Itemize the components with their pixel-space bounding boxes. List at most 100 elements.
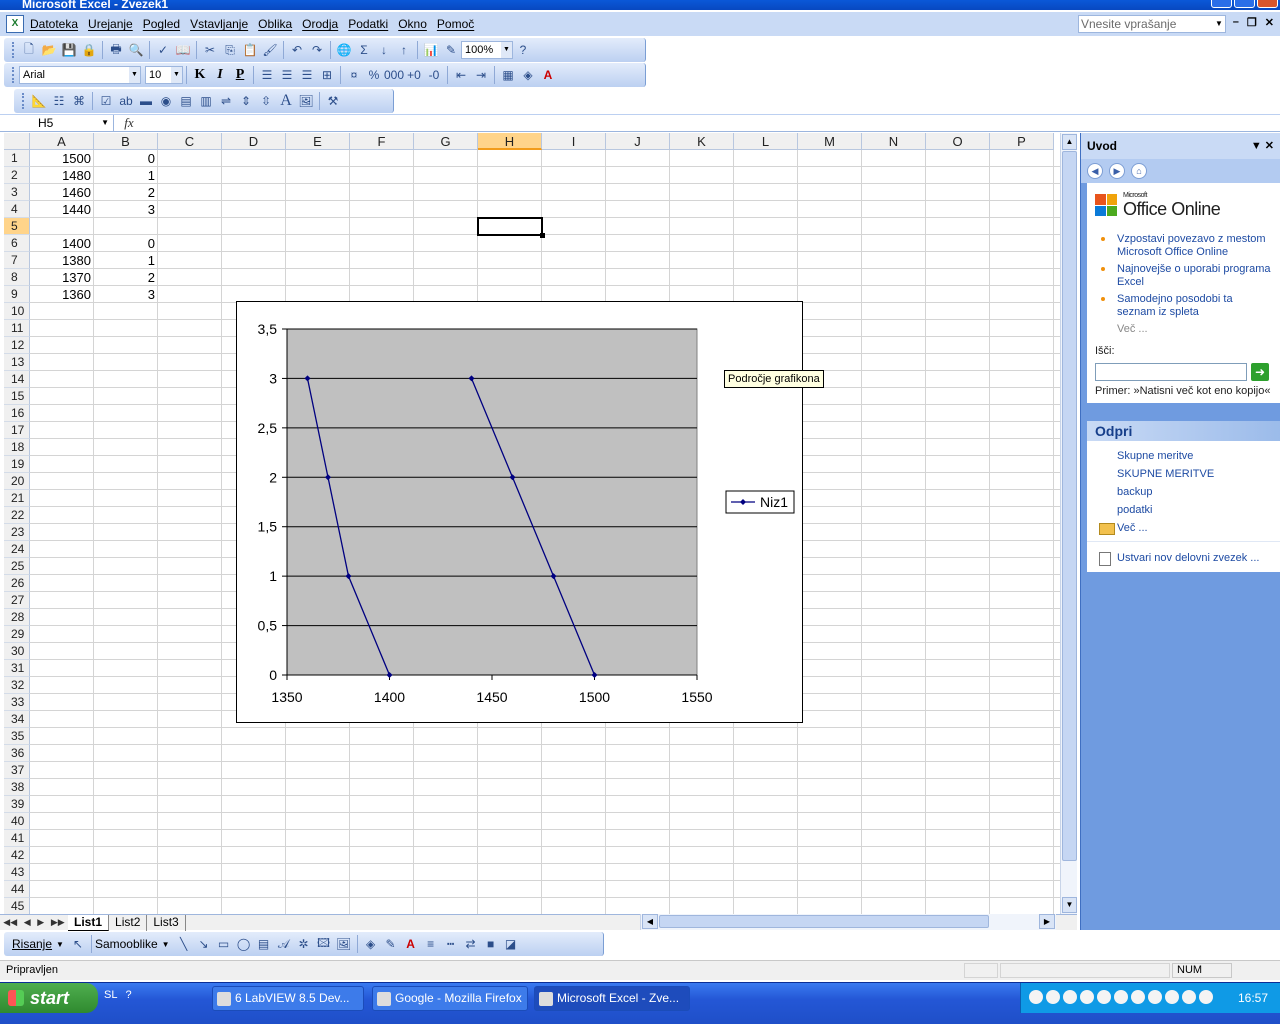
menu-podatki[interactable]: Podatki — [348, 17, 396, 31]
open-icon[interactable]: 📂 — [39, 40, 59, 60]
cell-b8[interactable]: 2 — [94, 269, 158, 286]
bold-button[interactable]: K — [190, 65, 210, 85]
clipart-icon[interactable]: 🖾 — [314, 934, 334, 954]
row-header[interactable]: 21 — [4, 490, 30, 507]
link-connect-office-online[interactable]: Vzpostavi povezavo z mestom Microsoft Of… — [1095, 233, 1273, 259]
row-header[interactable]: 33 — [4, 694, 30, 711]
language-indicator[interactable]: SL — [104, 989, 117, 1001]
active-cell-selection[interactable] — [477, 217, 545, 238]
row-header[interactable]: 11 — [4, 320, 30, 337]
arrow-icon[interactable]: ↘ — [194, 934, 214, 954]
row-header[interactable]: 15 — [4, 388, 30, 405]
recent-file[interactable]: podatki — [1087, 501, 1280, 519]
copy-icon[interactable]: ⎘ — [220, 40, 240, 60]
autoshapes-menu[interactable]: Samooblike — [95, 937, 158, 951]
chart-area[interactable]: 0 0,5 1 1,5 2 2,5 3 3,5 1350 1400 1450 1500 1550 Niz1 — [236, 301, 803, 723]
chevron-down-icon[interactable]: ▼ — [56, 940, 64, 949]
undo-icon[interactable]: ↶ — [287, 40, 307, 60]
row-header[interactable]: 12 — [4, 337, 30, 354]
row-header[interactable]: 8 — [4, 269, 30, 286]
toolbar-grip[interactable] — [12, 42, 15, 58]
column-header-b[interactable]: B — [94, 133, 158, 150]
shadow-icon[interactable]: ■ — [481, 934, 501, 954]
cell-a3[interactable]: 1460 — [30, 184, 94, 201]
row-header[interactable]: 34 — [4, 711, 30, 728]
spelling-icon[interactable]: ✓ — [153, 40, 173, 60]
tray-icon[interactable] — [1029, 990, 1043, 1004]
row-header[interactable]: 40 — [4, 813, 30, 830]
more-controls-icon[interactable]: ⚒ — [323, 91, 343, 111]
back-icon[interactable]: ◀ — [1087, 163, 1103, 179]
office-online-logo[interactable]: Microsoft Office Online — [1095, 189, 1273, 221]
textbox-icon[interactable]: ▤ — [254, 934, 274, 954]
cell-a4[interactable]: 1440 — [30, 201, 94, 218]
ask-question-box[interactable]: Vnesite vprašanje ▼ — [1078, 15, 1226, 33]
font-select[interactable]: Arial ▼ — [19, 66, 141, 84]
chart-wizard-icon[interactable]: 📊 — [421, 40, 441, 60]
command-button-icon[interactable]: ▬ — [136, 91, 156, 111]
option-button-icon[interactable]: ◉ — [156, 91, 176, 111]
font-color-icon[interactable]: A — [401, 934, 421, 954]
scroll-left-icon[interactable]: ◀ — [642, 914, 658, 929]
zoom-select[interactable]: 100% ▼ — [461, 41, 513, 59]
cell-b6[interactable]: 0 — [94, 235, 158, 252]
row-header[interactable]: 29 — [4, 626, 30, 643]
increase-decimal-icon[interactable]: +0 — [404, 65, 424, 85]
combobox-icon[interactable]: ▥ — [196, 91, 216, 111]
oval-icon[interactable]: ◯ — [234, 934, 254, 954]
tab-list2[interactable]: List2 — [109, 914, 148, 931]
fill-color-icon[interactable]: ◈ — [518, 65, 538, 85]
line-icon[interactable]: ╲ — [174, 934, 194, 954]
tray-icon[interactable] — [1182, 990, 1196, 1004]
column-header-g[interactable]: G — [414, 133, 478, 150]
tray-icon[interactable] — [1165, 990, 1179, 1004]
row-header[interactable]: 45 — [4, 898, 30, 914]
column-header-i[interactable]: I — [542, 133, 606, 150]
column-header-c[interactable]: C — [158, 133, 222, 150]
more-link[interactable]: Več ... — [1095, 323, 1273, 335]
column-header-h[interactable]: H — [478, 133, 542, 150]
row-header[interactable]: 4 — [4, 201, 30, 218]
design-mode-icon[interactable]: 📐 — [29, 91, 49, 111]
row-header[interactable]: 9 — [4, 286, 30, 303]
hyperlink-icon[interactable]: 🌐 — [334, 40, 354, 60]
column-header-l[interactable]: L — [734, 133, 798, 150]
row-header[interactable]: 1 — [4, 150, 30, 167]
print-icon[interactable]: 🖶 — [106, 40, 126, 60]
scrollbar-icon[interactable]: ⇳ — [256, 91, 276, 111]
row-header[interactable]: 16 — [4, 405, 30, 422]
task-labview[interactable]: 6 LabVIEW 8.5 Dev... — [212, 986, 364, 1011]
picture-icon[interactable]: 🖼 — [334, 934, 354, 954]
cell-a7[interactable]: 1380 — [30, 252, 94, 269]
scroll-down-icon[interactable]: ▼ — [1062, 897, 1077, 913]
spin-button-icon[interactable]: ⇕ — [236, 91, 256, 111]
view-code-icon[interactable]: ⌘ — [69, 91, 89, 111]
scroll-thumb[interactable] — [1062, 151, 1077, 861]
row-header[interactable]: 31 — [4, 660, 30, 677]
task-firefox[interactable]: Google - Mozilla Firefox — [372, 986, 528, 1011]
row-header[interactable]: 10 — [4, 303, 30, 320]
borders-icon[interactable]: ▦ — [498, 65, 518, 85]
prev-sheet-icon[interactable]: ◀ — [24, 917, 31, 928]
cell-b4[interactable]: 3 — [94, 201, 158, 218]
textbox-icon[interactable]: ab — [116, 91, 136, 111]
forward-icon[interactable]: ▶ — [1109, 163, 1125, 179]
properties-icon[interactable]: ☷ — [49, 91, 69, 111]
select-objects-icon[interactable]: ↖ — [68, 934, 88, 954]
row-header[interactable]: 13 — [4, 354, 30, 371]
start-button[interactable]: start — [0, 983, 98, 1013]
row-header[interactable]: 35 — [4, 728, 30, 745]
open-more-link[interactable]: Več ... — [1087, 519, 1280, 537]
cell-a8[interactable]: 1370 — [30, 269, 94, 286]
row-header[interactable]: 20 — [4, 473, 30, 490]
merge-center-icon[interactable]: ⊞ — [317, 65, 337, 85]
row-header[interactable]: 27 — [4, 592, 30, 609]
decrease-decimal-icon[interactable]: -0 — [424, 65, 444, 85]
decrease-indent-icon[interactable]: ⇤ — [451, 65, 471, 85]
chevron-down-icon[interactable]: ▼ — [101, 115, 109, 131]
tab-list1[interactable]: List1 — [68, 914, 110, 931]
column-header-o[interactable]: O — [926, 133, 990, 150]
arrow-style-icon[interactable]: ⇄ — [461, 934, 481, 954]
new-workbook-link[interactable]: Ustvari nov delovni zvezek ... — [1087, 541, 1280, 572]
chevron-down-icon[interactable]: ▼ — [171, 67, 182, 83]
